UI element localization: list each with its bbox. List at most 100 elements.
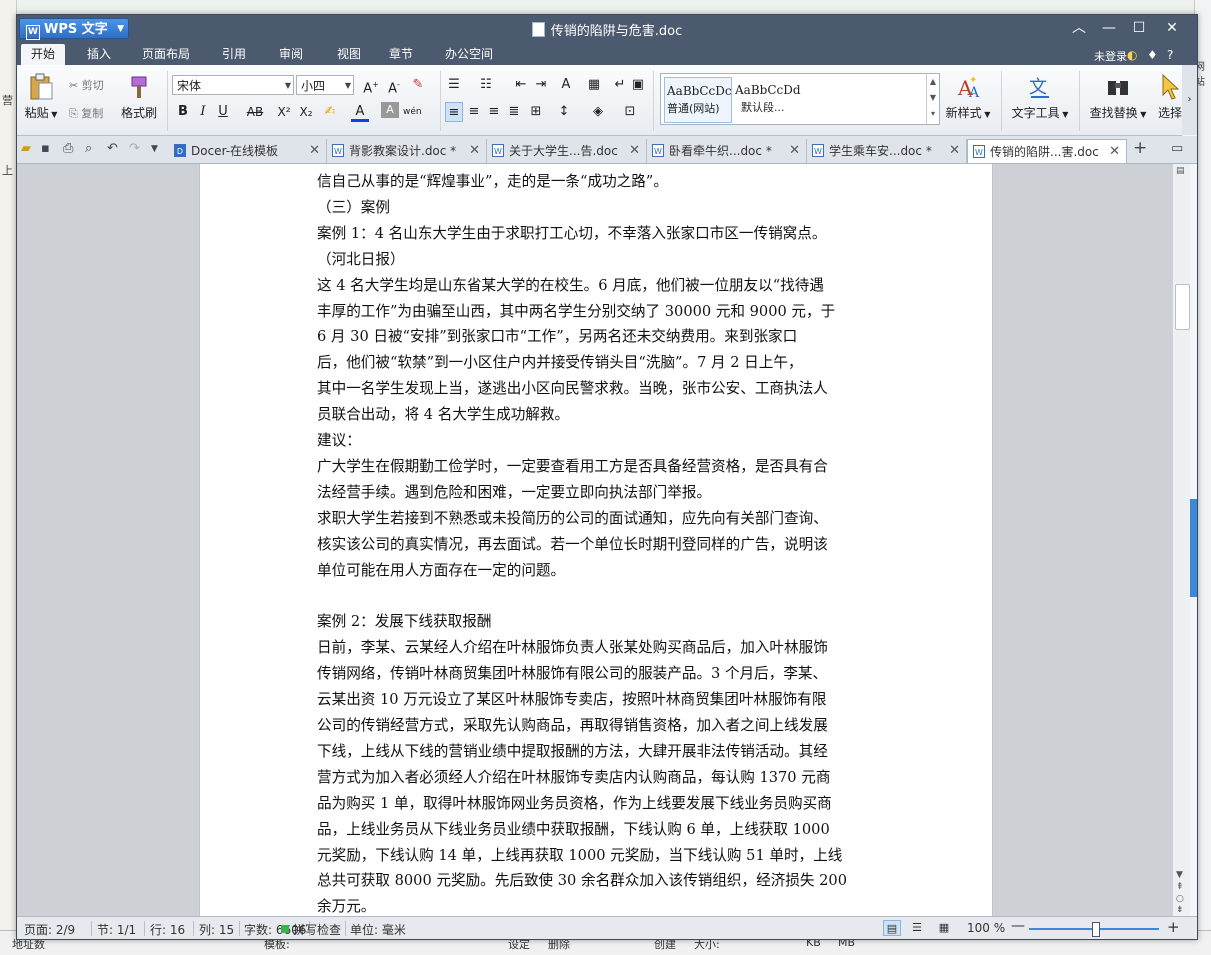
open-folder-icon[interactable]: ▰ bbox=[21, 141, 31, 156]
style-default-paragraph[interactable]: AaBbCcDd 默认段... bbox=[733, 77, 813, 121]
format-painter-button[interactable]: 格式刷 bbox=[117, 73, 161, 121]
borders-icon[interactable]: ⊡ bbox=[621, 102, 639, 122]
document-line[interactable]: 广大学生在假期勤工俭学时，一定要查看用工方是否具备经营资格，是否具有合 bbox=[317, 454, 877, 480]
text-tools-button[interactable]: 文 文字工具 ▼ bbox=[1009, 73, 1071, 121]
close-tab-icon[interactable]: ✕ bbox=[1109, 140, 1120, 163]
document-line[interactable]: 传销网络，传销叶林商贸集团叶林服饰有限公司的服装产品。3 个月后，李某、 bbox=[317, 661, 877, 687]
document-line[interactable]: 后，他们被“软禁”到一小区住户内并接受传销头目“洗脑”。7 月 2 日上午， bbox=[317, 350, 877, 376]
browse-object-icon[interactable]: ○ bbox=[1176, 894, 1184, 904]
shirt-icon[interactable]: ♦ bbox=[1147, 48, 1158, 62]
menu-references[interactable]: 引用 bbox=[212, 44, 256, 65]
save-icon[interactable]: ▪ bbox=[41, 141, 50, 156]
scroll-down-icon[interactable]: ▼ bbox=[1176, 870, 1183, 880]
menu-chapter[interactable]: 章节 bbox=[379, 44, 423, 65]
document-line[interactable]: 核实该公司的真实情况，再去面试。若一个单位长时期刊登同样的广告，说明该 bbox=[317, 532, 877, 558]
redo-icon[interactable]: ↷ bbox=[129, 141, 140, 156]
grow-font-button[interactable]: A+ bbox=[362, 75, 380, 96]
decrease-indent-icon[interactable]: ⇤ bbox=[512, 75, 530, 95]
italic-button[interactable]: I bbox=[194, 102, 212, 122]
vertical-scrollbar[interactable]: ▤ ▼ ⇞ ○ ⇟ bbox=[1172, 164, 1191, 916]
menu-view[interactable]: 视图 bbox=[327, 44, 371, 65]
distribute-button[interactable]: ⊞ bbox=[527, 102, 545, 122]
zoom-level[interactable]: 100 % bbox=[967, 921, 1005, 935]
tab-list-icon[interactable]: ▭ bbox=[1171, 141, 1183, 156]
shading-icon[interactable]: ◈ bbox=[589, 102, 607, 122]
undo-icon[interactable]: ↶ bbox=[107, 141, 118, 156]
align-center-button[interactable]: ≡ bbox=[465, 102, 483, 122]
paragraph-mark-icon[interactable]: ↵ bbox=[611, 75, 629, 95]
print-icon[interactable]: ⎙ bbox=[63, 141, 73, 156]
increase-indent-icon[interactable]: ⇥ bbox=[532, 75, 550, 95]
outline-view-icon[interactable]: ☰ bbox=[908, 920, 926, 936]
document-page[interactable]: 信自己从事的是“辉煌事业”，走的是一条“成功之路”。 （三）案例 案例 1：4 名山… bbox=[199, 164, 993, 916]
document-line[interactable]: 云某出资 10 万元设立了某区叶林服饰专卖店，按照叶林商贸集团叶林服饰有限 bbox=[317, 687, 877, 713]
document-line[interactable]: 这 4 名大学生均是山东省某大学的在校生。6 月底，他们被一位朋友以“找待遇 bbox=[317, 273, 877, 299]
font-color-button[interactable]: A bbox=[351, 102, 369, 122]
line-spacing-icon[interactable]: ↕ bbox=[555, 102, 573, 122]
document-line[interactable]: 信自己从事的是“辉煌事业”，走的是一条“成功之路”。 bbox=[317, 169, 877, 195]
close-button[interactable]: ✕ bbox=[1160, 18, 1184, 38]
doc-map-icon[interactable]: ▤ bbox=[1176, 166, 1185, 176]
text-direction-icon[interactable]: A bbox=[557, 75, 575, 95]
status-spell-check[interactable]: 拼写检查 bbox=[293, 921, 341, 938]
show-hide-icon[interactable]: ▣ bbox=[629, 75, 647, 95]
tab-document[interactable]: W 学生乘车安...doc * ✕ bbox=[807, 139, 967, 163]
close-tab-icon[interactable]: ✕ bbox=[789, 139, 800, 163]
help-button[interactable]: ? bbox=[1167, 48, 1173, 62]
superscript-button[interactable]: X² bbox=[275, 102, 293, 122]
font-name-select[interactable]: 宋体 ▼ bbox=[172, 75, 294, 95]
style-scroll-icon[interactable]: ▲ ▼ ▾ bbox=[926, 74, 939, 124]
web-view-icon[interactable]: ▦ bbox=[935, 920, 953, 936]
align-right-button[interactable]: ≡ bbox=[485, 102, 503, 122]
close-tab-icon[interactable]: ✕ bbox=[469, 139, 480, 163]
menu-insert[interactable]: 插入 bbox=[77, 44, 121, 65]
document-line[interactable]: 余万元。 bbox=[317, 894, 877, 916]
page-view-icon[interactable]: ▤ bbox=[883, 920, 901, 936]
document-line[interactable]: 丰厚的工作”为由骗至山西，其中两名学生分别交纳了 30000 元和 9000 元… bbox=[317, 299, 877, 325]
zoom-out-icon[interactable]: — bbox=[1011, 918, 1025, 934]
document-line[interactable]: 求职大学生若接到不熟悉或未投简历的公司的面试通知，应先向有关部门查询、 bbox=[317, 506, 877, 532]
zoom-slider-thumb[interactable] bbox=[1092, 922, 1100, 937]
document-line[interactable]: 下线，上线从下线的营销业绩中提取报酬的方法，大肆开展非法传销活动。其经 bbox=[317, 739, 877, 765]
tab-docer-templates[interactable]: D Docer-在线模板 ✕ bbox=[169, 139, 327, 163]
document-line[interactable]: 元奖励，下线认购 14 单，上线再获取 1000 元奖励，当下线认购 51 单时… bbox=[317, 843, 877, 869]
customize-quick-access-icon[interactable]: ▼ bbox=[151, 144, 158, 154]
document-line[interactable]: 公司的传销经营方式，采取先认购商品，再取得销售资格，加入者之间上线发展 bbox=[317, 713, 877, 739]
justify-button[interactable]: ≣ bbox=[505, 102, 523, 122]
status-page[interactable]: 页面: 2/9 bbox=[24, 921, 75, 938]
document-line[interactable]: 单位可能在用人方面存在一定的问题。 bbox=[317, 558, 877, 584]
underline-button[interactable]: U bbox=[214, 102, 232, 122]
tab-document[interactable]: W 关于大学生...告.doc ✕ bbox=[487, 139, 647, 163]
document-line[interactable]: （三）案例 bbox=[317, 195, 877, 221]
cut-button[interactable]: ✂ 剪切 bbox=[69, 77, 104, 93]
menu-office-space[interactable]: 办公空间 bbox=[435, 44, 503, 65]
print-preview-icon[interactable]: ⌕ bbox=[85, 141, 92, 156]
strikethrough-button[interactable]: AB bbox=[243, 102, 267, 122]
document-line[interactable]: 案例 2：发展下线获取报酬 bbox=[317, 609, 877, 635]
document-line[interactable]: 品为购买 1 单，取得叶林服饰网业务员资格，作为上线要发展下线业务员购买商 bbox=[317, 791, 877, 817]
document-line[interactable]: 6 月 30 日被“安排”到张家口市“工作”，另两名还未交纳费用。来到张家口 bbox=[317, 324, 877, 350]
document-line[interactable]: 总共可获取 8000 元奖励。先后致使 30 余名群众加入该传销组织，经济损失 … bbox=[317, 868, 877, 894]
next-page-icon[interactable]: ⇟ bbox=[1176, 905, 1184, 915]
clear-format-icon[interactable]: ✎ bbox=[409, 75, 427, 95]
close-tab-icon[interactable]: ✕ bbox=[309, 139, 320, 163]
bold-button[interactable]: B bbox=[174, 102, 192, 122]
side-panel-toggle[interactable] bbox=[1190, 499, 1197, 597]
menu-page-layout[interactable]: 页面布局 bbox=[132, 44, 200, 65]
document-line[interactable]: 法经营手续。遇到危险和困难，一定要立即向执法部门举报。 bbox=[317, 480, 877, 506]
document-line[interactable]: 日前，李某、云某经人介绍在叶林服饰负责人张某处购买商品后，加入叶林服饰 bbox=[317, 635, 877, 661]
maximize-button[interactable]: ☐ bbox=[1127, 18, 1151, 38]
login-status[interactable]: 未登录 bbox=[1094, 48, 1127, 64]
document-line[interactable]: （河北日报） bbox=[317, 247, 877, 273]
document-line[interactable]: 品，上线业务员从下线业务员业绩中获取报酬，下线认购 6 单，上线获取 1000 bbox=[317, 817, 877, 843]
char-shading-button[interactable]: A bbox=[381, 102, 399, 118]
new-tab-icon[interactable]: + bbox=[1133, 138, 1147, 158]
menu-home[interactable]: 开始 bbox=[21, 44, 66, 65]
subscript-button[interactable]: X₂ bbox=[297, 102, 315, 122]
document-line[interactable] bbox=[317, 584, 877, 610]
menu-review[interactable]: 审阅 bbox=[269, 44, 313, 65]
skin-icon[interactable]: ◐ bbox=[1127, 48, 1137, 62]
align-left-button[interactable]: ≡ bbox=[445, 102, 463, 122]
tab-active-document[interactable]: W 传销的陷阱...害.doc ✕ bbox=[967, 139, 1127, 163]
tab-document[interactable]: W 卧看牵牛织...doc * ✕ bbox=[647, 139, 807, 163]
